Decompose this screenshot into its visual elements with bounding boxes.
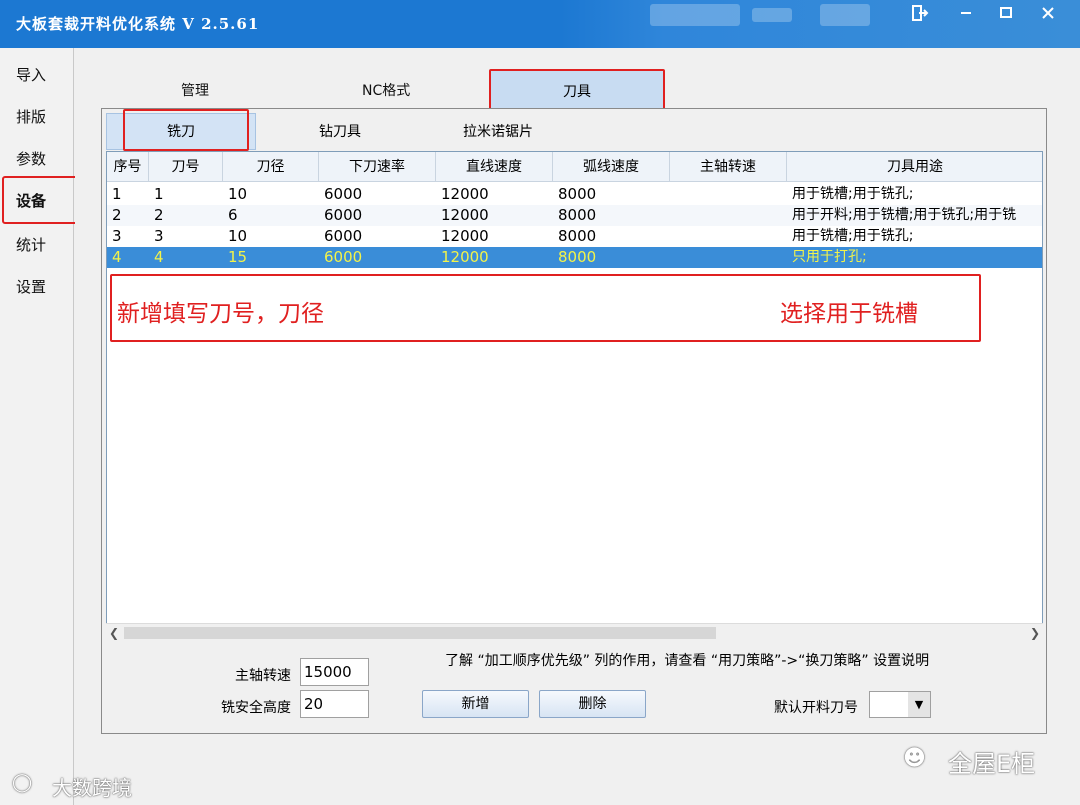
table-cell[interactable]: 8000 — [553, 205, 596, 226]
close-icon[interactable] — [1028, 0, 1068, 26]
table-cell[interactable]: 3 — [149, 226, 164, 247]
annotation-highlight-sidebar — [2, 176, 80, 224]
tab-nc-format[interactable]: NC格式 — [362, 80, 410, 100]
table-cell[interactable]: 6000 — [319, 247, 362, 268]
table-cell[interactable]: 只用于打孔; — [787, 247, 1042, 268]
table-cell[interactable]: 10 — [223, 184, 247, 205]
minimize-icon[interactable] — [946, 0, 986, 26]
annotation-text-right: 选择用于铣槽 — [780, 301, 918, 327]
column-header[interactable]: 主轴转速 — [670, 152, 787, 182]
spindle-speed-label: 主轴转速 — [235, 668, 291, 684]
scroll-left-icon[interactable]: ❮ — [106, 624, 122, 642]
table-cell[interactable]: 2 — [107, 205, 122, 226]
watermark-bottom-right: 全屋E柜 — [948, 750, 1036, 778]
subtab-mill-label: 铣刀 — [167, 124, 195, 140]
delete-button[interactable]: 删除 — [539, 690, 646, 718]
sidebar-item-settings[interactable]: 设置 — [16, 276, 46, 297]
table-cell[interactable]: 4 — [149, 247, 164, 268]
watermark-logo-icon: ◯ — [12, 772, 33, 793]
title-bar: 大板套裁开料优化系统 V 2.5.61 — [0, 0, 1080, 48]
table-cell[interactable]: 4 — [107, 247, 122, 268]
info-text: 了解 “加工顺序优先级” 列的作用，请查看 “用刀策略”->“换刀策略” 设置说… — [445, 653, 930, 669]
table-cell[interactable]: 用于铣槽;用于铣孔; — [787, 184, 1042, 205]
table-cell[interactable] — [670, 205, 675, 226]
tab-tools-label: 刀具 — [563, 84, 591, 100]
table-cell[interactable]: 6000 — [319, 205, 362, 226]
default-tool-label: 默认开料刀号 — [774, 700, 858, 716]
sidebar-item-import[interactable]: 导入 — [16, 64, 46, 85]
column-header[interactable]: 刀径 — [223, 152, 319, 182]
wechat-icon: ☻ — [903, 746, 926, 771]
scroll-right-icon[interactable]: ❯ — [1027, 624, 1043, 642]
table-cell[interactable]: 12000 — [436, 226, 489, 247]
app-title: 大板套裁开料优化系统 V 2.5.61 — [16, 15, 260, 33]
blurred-region — [650, 4, 740, 26]
table-cell[interactable]: 1 — [107, 184, 122, 205]
table-cell[interactable] — [670, 226, 675, 247]
table-cell[interactable]: 8000 — [553, 226, 596, 247]
horizontal-scrollbar[interactable]: ❮ ❯ — [106, 623, 1043, 642]
column-header[interactable]: 刀具用途 — [787, 152, 1042, 182]
column-header[interactable]: 弧线速度 — [553, 152, 670, 182]
maximize-icon[interactable] — [986, 0, 1026, 26]
subtab-drill[interactable]: 钻刀具 — [319, 121, 361, 141]
subtab-lamello-saw[interactable]: 拉米诺锯片 — [463, 121, 533, 141]
spindle-speed-input[interactable]: 15000 — [300, 658, 369, 686]
table-cell[interactable]: 2 — [149, 205, 164, 226]
table-cell[interactable]: 6000 — [319, 226, 362, 247]
table-cell[interactable]: 用于开料;用于铣槽;用于铣孔;用于铣 — [787, 205, 1042, 226]
add-button[interactable]: 新增 — [422, 690, 529, 718]
blurred-region — [820, 4, 870, 26]
default-tool-select[interactable]: ▼ — [869, 691, 931, 718]
table-cell[interactable]: 12000 — [436, 184, 489, 205]
table-cell[interactable]: 3 — [107, 226, 122, 247]
table-cell[interactable] — [670, 184, 675, 205]
column-header[interactable]: 下刀速率 — [319, 152, 436, 182]
column-header[interactable]: 序号 — [107, 152, 149, 182]
tool-table: 序号 刀号 刀径 下刀速率 直线速度 弧线速度 主轴转速 刀具用途 1 1 10… — [106, 151, 1043, 642]
chevron-down-icon[interactable]: ▼ — [908, 692, 930, 717]
annotation-text-left: 新增填写刀号，刀径 — [117, 301, 324, 327]
sidebar-item-stats[interactable]: 统计 — [16, 234, 46, 255]
tab-manage[interactable]: 管理 — [181, 80, 209, 100]
table-cell[interactable]: 1 — [149, 184, 164, 205]
safe-height-input[interactable]: 20 — [300, 690, 369, 718]
table-cell[interactable] — [670, 247, 675, 268]
table-cell[interactable]: 6 — [223, 205, 238, 226]
table-cell[interactable]: 用于铣槽;用于铣孔; — [787, 226, 1042, 247]
table-cell[interactable]: 10 — [223, 226, 247, 247]
table-cell[interactable]: 8000 — [553, 184, 596, 205]
table-cell[interactable]: 12000 — [436, 205, 489, 226]
safe-height-label: 铣安全高度 — [221, 700, 291, 716]
table-cell[interactable]: 12000 — [436, 247, 489, 268]
exit-icon[interactable] — [900, 0, 940, 26]
table-cell[interactable]: 15 — [223, 247, 247, 268]
column-header[interactable]: 刀号 — [149, 152, 223, 182]
watermark-bottom-left: 大数跨境 — [52, 776, 132, 800]
sidebar-item-layout[interactable]: 排版 — [16, 106, 46, 127]
column-header[interactable]: 直线速度 — [436, 152, 553, 182]
table-cell[interactable]: 6000 — [319, 184, 362, 205]
scrollbar-thumb[interactable] — [124, 627, 716, 639]
blurred-region — [752, 8, 792, 22]
sidebar-item-params[interactable]: 参数 — [16, 148, 46, 169]
table-cell[interactable]: 8000 — [553, 247, 596, 268]
